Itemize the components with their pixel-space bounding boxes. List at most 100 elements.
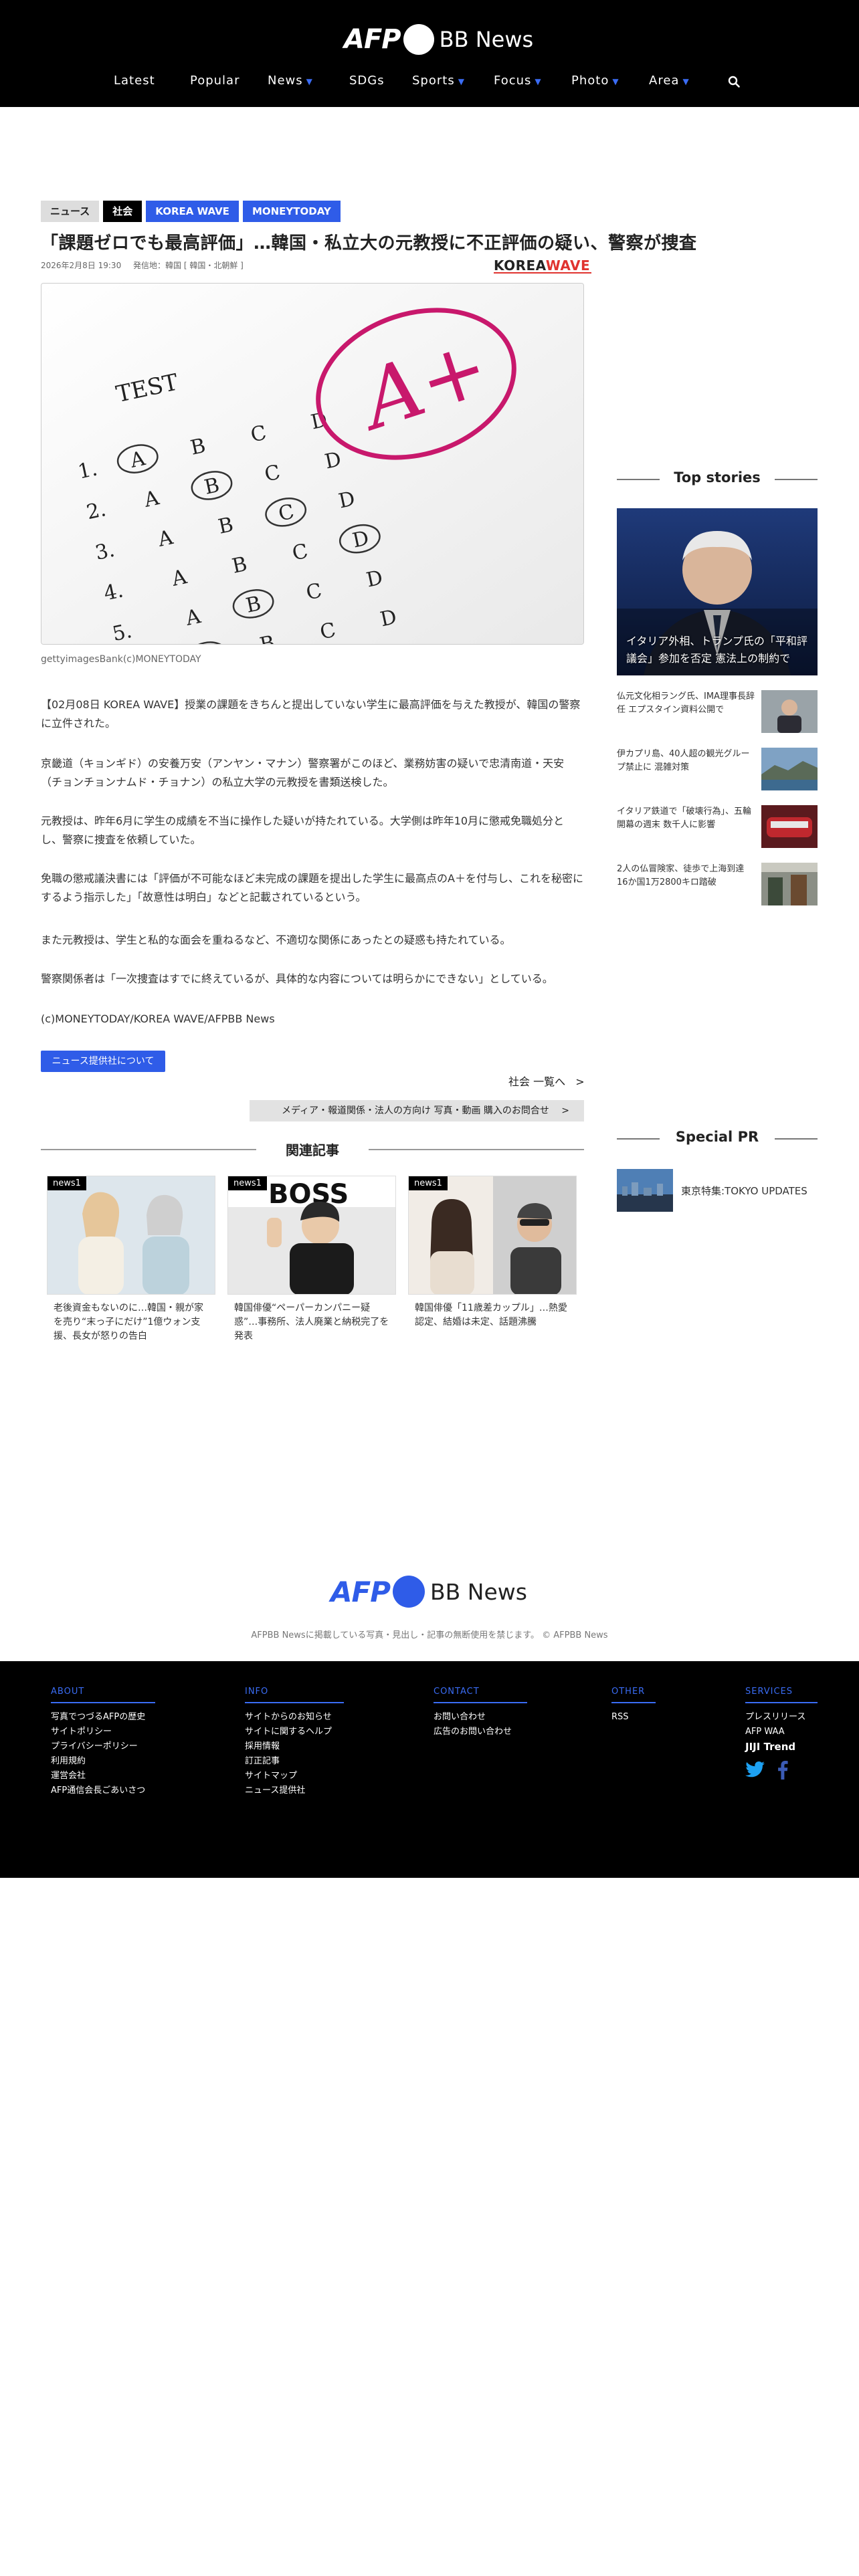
- thumb-photo: [761, 690, 818, 733]
- top-story-item[interactable]: イタリア鉄道で「破壊行為」、五輪開幕の週末 数千人に影響: [617, 805, 818, 848]
- nav-sdgs-label: SDGs: [349, 74, 385, 88]
- related-thumb: news1: [47, 1176, 215, 1295]
- footer-link[interactable]: ニュース提供社: [245, 1784, 344, 1798]
- tag-news[interactable]: ニュース: [41, 201, 100, 222]
- article-paragraph: 【02月08日 KOREA WAVE】授業の課題をきちんと提出していない学生に最…: [41, 698, 581, 730]
- top-story-item[interactable]: 仏元文化相ラング氏、IMA理事長辞任 エプスタイン資料公開で: [617, 690, 818, 733]
- special-pr-item[interactable]: 東京特集:TOKYO UPDATES: [617, 1169, 818, 1212]
- nav-latest-label: Latest: [114, 74, 155, 88]
- footer-logo[interactable]: AFP BB News: [330, 1576, 527, 1608]
- footer-link[interactable]: プレスリリース: [745, 1710, 818, 1725]
- article-photo[interactable]: TEST 1.ABCD2.ABCD3.ABCD4.ABCD5.ABCD6.ABC…: [41, 283, 584, 645]
- related-card[interactable]: BOSS news1 韓国俳優“ペーパーカンパニー疑惑”…事務所、法人廃業と納税…: [227, 1176, 396, 1344]
- article-paragraph: 警察関係者は「一次捜査はすでに終えているが、具体的な内容については明らかにできな…: [41, 972, 553, 985]
- chevron-right-icon: >: [561, 1105, 569, 1116]
- afpbb-logo[interactable]: AFP BB News: [344, 24, 533, 55]
- footer-link[interactable]: サイトポリシー: [51, 1725, 155, 1739]
- nav-photo-label: Photo: [571, 74, 609, 88]
- related-thumb: news1: [408, 1176, 577, 1295]
- provider-info-button[interactable]: ニュース提供社について: [41, 1051, 165, 1072]
- related-card[interactable]: news1 韓国俳優「11歳差カップル」…熱愛認定、結婚は未定、話題沸騰: [408, 1176, 577, 1329]
- photo-caption: gettyimagesBank(c)MONEYTODAY: [41, 654, 201, 665]
- footer-col-heading: ABOUT: [51, 1687, 155, 1703]
- footer-col-heading: INFO: [245, 1687, 344, 1703]
- article-paragraph: 京畿道（キョンギド）の安養万安（アンヤン・マナン）警察署がこのほど、業務妨害の疑…: [41, 757, 565, 788]
- footer-col-other: OTHER RSS: [611, 1687, 656, 1725]
- chevron-down-icon: ▼: [458, 77, 465, 86]
- footer-link[interactable]: お問い合わせ: [434, 1710, 527, 1725]
- top-story-thumb: [761, 748, 818, 790]
- related-title: 韓国俳優“ペーパーカンパニー疑惑”…事務所、法人廃業と納税完了を発表: [234, 1303, 389, 1341]
- thumb-photo: [761, 748, 818, 790]
- footer-link[interactable]: プライバシーポリシー: [51, 1739, 155, 1754]
- footer-link[interactable]: 広告のお問い合わせ: [434, 1725, 527, 1739]
- article-credit: (c)MONEYTODAY/KOREA WAVE/AFPBB News: [41, 1012, 275, 1025]
- nav-photo[interactable]: Photo ▼: [571, 74, 619, 88]
- footer-col-heading: CONTACT: [434, 1687, 527, 1703]
- nav-focus[interactable]: Focus ▼: [494, 74, 542, 88]
- site-footer: ABOUT 写真でつづるAFPの歴史 サイトポリシー プライバシーポリシー 利用…: [0, 1661, 859, 1878]
- facebook-icon[interactable]: [777, 1761, 788, 1780]
- nav-area-label: Area: [649, 74, 680, 88]
- thumb-photo: [761, 805, 818, 848]
- nav-news[interactable]: News ▼: [268, 74, 313, 88]
- top-story-item[interactable]: 2人の仏冒険家、徒歩で上海到達 16か国1万2800キロ踏破: [617, 863, 818, 905]
- footer-link[interactable]: サイトマップ: [245, 1769, 344, 1784]
- chevron-down-icon: ▼: [682, 77, 690, 86]
- site-header: AFP BB News Latest Popular News ▼ SDGs Sp…: [0, 0, 859, 107]
- top-story-hero[interactable]: イタリア外相、トランプ氏の「平和評議会」参加を否定 憲法上の制約で: [617, 508, 818, 675]
- top-story-thumb: [761, 805, 818, 848]
- top-stories-heading: Top stories: [617, 469, 818, 490]
- couple-photo: [409, 1176, 576, 1294]
- tag-korea-wave[interactable]: KOREA WAVE: [146, 201, 239, 222]
- footer-link[interactable]: 採用情報: [245, 1739, 344, 1754]
- related-heading: 関連記事: [41, 1140, 584, 1160]
- thumb-photo: [761, 863, 818, 905]
- footer-link[interactable]: 写真でつづるAFPの歴史: [51, 1710, 155, 1725]
- nav-sports[interactable]: Sports ▼: [412, 74, 465, 88]
- korea-wave-logo-part2: WAVE: [545, 257, 591, 274]
- footer-link[interactable]: AFP通信会長ごあいさつ: [51, 1784, 155, 1798]
- social-links: [745, 1761, 818, 1780]
- search-icon[interactable]: [728, 76, 740, 88]
- footer-link[interactable]: サイトに関するヘルプ: [245, 1725, 344, 1739]
- nav-popular[interactable]: Popular: [190, 74, 240, 88]
- footer-col-about: ABOUT 写真でつづるAFPの歴史 サイトポリシー プライバシーポリシー 利用…: [51, 1687, 155, 1798]
- article-headline: 「課題ゼロでも最高評価」…韓国・私立大の元教授に不正評価の疑い、警察が捜査: [41, 233, 697, 253]
- news1-badge: news1: [409, 1176, 448, 1190]
- news1-badge: news1: [228, 1176, 267, 1190]
- footer-link[interactable]: 利用規約: [51, 1754, 155, 1769]
- nav-popular-label: Popular: [190, 74, 240, 88]
- news1-badge: news1: [47, 1176, 86, 1190]
- korea-wave-logo-underline: [494, 272, 591, 274]
- top-story-item[interactable]: 伊カプリ島、40人超の観光グループ禁止に 混雑対策: [617, 748, 818, 790]
- nav-area[interactable]: Area ▼: [649, 74, 690, 88]
- jiji-trend-link[interactable]: JIJI Trend: [745, 1739, 818, 1754]
- nav-focus-label: Focus: [494, 74, 532, 88]
- footer-logo-afp: AFP: [330, 1575, 391, 1608]
- section-list-link[interactable]: 社会 一覧へ >: [508, 1073, 585, 1089]
- twitter-icon[interactable]: [745, 1761, 765, 1778]
- hero-caption: イタリア外相、トランプ氏の「平和評議会」参加を否定 憲法上の制約で: [626, 635, 807, 665]
- answer-option: A: [197, 644, 217, 645]
- nav-sports-label: Sports: [412, 74, 455, 88]
- nav-sdgs[interactable]: SDGs: [349, 74, 385, 88]
- related-thumb: BOSS news1: [227, 1176, 396, 1295]
- korea-wave-logo[interactable]: KOREAWAVE: [494, 257, 591, 275]
- footer-link[interactable]: RSS: [611, 1710, 656, 1725]
- top-story-thumb: [761, 863, 818, 905]
- family-illustration: [47, 1176, 215, 1294]
- related-heading-text: 関連記事: [286, 1142, 339, 1158]
- logo-afp-text: AFP: [344, 24, 401, 55]
- footer-link[interactable]: サイトからのお知らせ: [245, 1710, 344, 1725]
- footer-link[interactable]: 運営会社: [51, 1769, 155, 1784]
- footer-link[interactable]: AFP WAA: [745, 1725, 818, 1739]
- footer-link[interactable]: 訂正記事: [245, 1754, 344, 1769]
- logo-bb-text: BB News: [439, 27, 534, 52]
- photo-purchase-bar[interactable]: メディア・報道関係・法人の方向け 写真・動画 購入のお問合せ >: [250, 1100, 584, 1121]
- special-pr-heading: Special PR: [617, 1129, 818, 1149]
- tag-moneytoday[interactable]: MONEYTODAY: [242, 201, 341, 222]
- nav-latest[interactable]: Latest: [114, 74, 155, 88]
- related-card[interactable]: news1 老後資金もないのに…韓国・親が家を売り“末っ子にだけ”1億ウォン支援…: [47, 1176, 215, 1344]
- tag-society[interactable]: 社会: [103, 201, 142, 222]
